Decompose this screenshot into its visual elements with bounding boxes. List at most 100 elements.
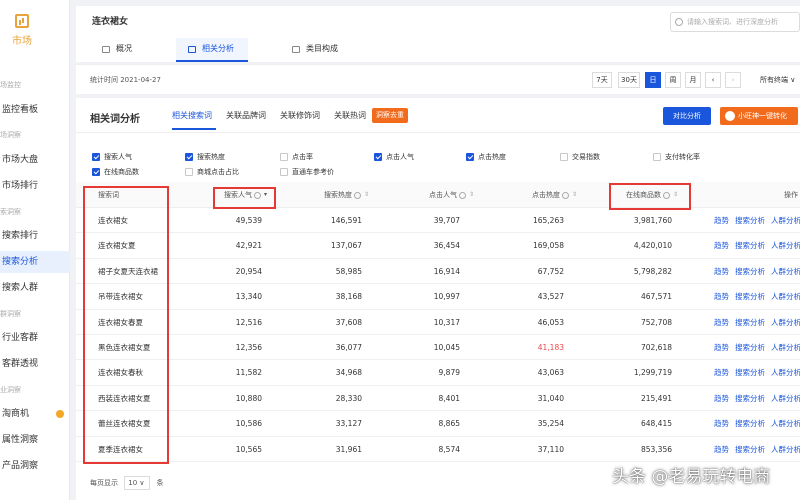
column-click-popularity[interactable]: 点击人气 ⇕ — [429, 182, 474, 208]
sort-icon[interactable]: ⇕ — [469, 182, 474, 208]
sidebar-item-attribute-insight[interactable]: 属性洞察 — [0, 429, 70, 451]
subtab-hot-words[interactable]: 关联热词 — [334, 110, 366, 121]
trend-link[interactable]: 趋势 — [714, 445, 729, 454]
trend-link[interactable]: 趋势 — [714, 419, 729, 428]
sort-icon[interactable]: ⇕ — [572, 182, 577, 208]
dedupe-tag[interactable]: 洞察去重 — [372, 108, 408, 123]
subtab-related-search-words[interactable]: 相关搜索词 — [172, 110, 212, 121]
sidebar-item-market-overview[interactable]: 市场大盘 — [0, 149, 70, 171]
range-7-days-button[interactable]: 7天 — [592, 72, 612, 88]
checkbox-label: 点击人气 — [386, 153, 414, 161]
crowd-analysis-link[interactable]: 人群分析 — [771, 292, 800, 301]
cell-click-heat: 41,183 — [537, 343, 564, 352]
keyword-highlight-box — [83, 186, 169, 464]
search-analysis-link[interactable]: 搜索分析 — [735, 445, 765, 454]
sidebar-item-monitor-board[interactable]: 监控看板 — [0, 99, 70, 121]
sort-icon[interactable]: ⇕ — [364, 182, 369, 208]
crowd-analysis-link[interactable]: 人群分析 — [771, 445, 800, 454]
crowd-analysis-link[interactable]: 人群分析 — [771, 343, 800, 352]
subtab-brand-words[interactable]: 关联品牌词 — [226, 110, 266, 121]
trend-link[interactable]: 趋势 — [714, 216, 729, 225]
notification-dot — [56, 410, 64, 418]
column-search-heat[interactable]: 搜索热度 ⇕ — [324, 182, 369, 208]
cell-click-popularity: 10,997 — [433, 292, 460, 302]
search-analysis-link[interactable]: 搜索分析 — [735, 292, 765, 301]
checkbox-ztc-price[interactable]: 直通车参考价 — [280, 168, 334, 178]
trend-link[interactable]: 趋势 — [714, 394, 729, 403]
compare-analysis-button[interactable]: 对比分析 — [663, 107, 711, 125]
table-row: 裙子女夏天连衣裙 20,954 58,985 16,914 67,752 5,798,28… — [76, 259, 800, 285]
trend-link[interactable]: 趋势 — [714, 318, 729, 327]
column-label: 搜索热度 — [324, 191, 352, 199]
sidebar: 市场 场监控 监控看板 场洞察 市场大盘 市场排行 索洞察 搜索排行 搜索分析 … — [0, 0, 70, 500]
search-analysis-link[interactable]: 搜索分析 — [735, 216, 765, 225]
checkbox-click-rate[interactable]: 点击率 — [280, 153, 313, 163]
crowd-analysis-link[interactable]: 人群分析 — [771, 318, 800, 327]
range-month-button[interactable]: 月 — [685, 72, 701, 88]
subtab-modifier-words[interactable]: 关联修饰词 — [280, 110, 320, 121]
market-logo[interactable]: 市场 — [8, 14, 36, 54]
tab-related-analysis[interactable]: 相关分析 — [176, 38, 248, 62]
checkbox-search-popularity[interactable]: 搜索人气 — [92, 153, 132, 163]
row-operations: 趋势 搜索分析 人群分析 — [714, 259, 800, 284]
checkbox-search-heat[interactable]: 搜索热度 — [185, 153, 225, 163]
terminal-select[interactable]: 所有终端 ∨ — [760, 75, 795, 85]
crowd-analysis-link[interactable]: 人群分析 — [771, 267, 800, 276]
trend-link[interactable]: 趋势 — [714, 267, 729, 276]
sidebar-item-industry-crowd[interactable]: 行业客群 — [0, 327, 70, 349]
checkbox-trade-index[interactable]: 交易指数 — [560, 153, 600, 163]
help-icon[interactable] — [354, 191, 361, 199]
search-analysis-link[interactable]: 搜索分析 — [735, 343, 765, 352]
cell-online-products: 853,356 — [640, 444, 672, 454]
sidebar-item-search-analysis[interactable]: 搜索分析 — [0, 251, 70, 273]
trend-link[interactable]: 趋势 — [714, 343, 729, 352]
tab-category-composition[interactable]: 类目构成 — [280, 38, 352, 62]
sidebar-item-search-crowd[interactable]: 搜索人群 — [0, 277, 70, 299]
trend-link[interactable]: 趋势 — [714, 292, 729, 301]
row-operations: 趋势 搜索分析 人群分析 — [714, 233, 800, 258]
trend-link[interactable]: 趋势 — [714, 368, 729, 377]
checkbox-online-products[interactable]: 在线商品数 — [92, 168, 139, 178]
help-icon[interactable] — [562, 191, 569, 199]
search-analysis-link[interactable]: 搜索分析 — [735, 394, 765, 403]
range-day-button[interactable]: 日 — [645, 72, 661, 88]
checkbox-pay-conversion[interactable]: 支付转化率 — [653, 153, 700, 163]
search-analysis-link[interactable]: 搜索分析 — [735, 267, 765, 276]
column-click-heat[interactable]: 点击热度 ⇕ — [532, 182, 577, 208]
search-input[interactable]: 请输入搜索词、进行深度分析 — [670, 12, 800, 32]
crowd-analysis-link[interactable]: 人群分析 — [771, 241, 800, 250]
folder-icon — [188, 46, 196, 53]
crowd-analysis-link[interactable]: 人群分析 — [771, 368, 800, 377]
related-words-panel: 相关词分析 相关搜索词 关联品牌词 关联修饰词 关联热词 洞察去重 对比分析 小… — [76, 98, 800, 500]
help-icon[interactable] — [459, 191, 466, 199]
search-analysis-link[interactable]: 搜索分析 — [735, 241, 765, 250]
crowd-analysis-link[interactable]: 人群分析 — [771, 394, 800, 403]
trend-link[interactable]: 趋势 — [714, 241, 729, 250]
column-label: 点击人气 — [429, 191, 457, 199]
checkbox-mall-click-share[interactable]: 商城点击占比 — [185, 168, 239, 178]
search-analysis-link[interactable]: 搜索分析 — [735, 318, 765, 327]
watermark: 头条 @老易玩转电商 — [612, 467, 771, 487]
range-week-button[interactable]: 周 — [665, 72, 681, 88]
crowd-analysis-link[interactable]: 人群分析 — [771, 216, 800, 225]
prev-date-button[interactable]: ‹ — [705, 72, 721, 88]
sidebar-item-crowd-perspective[interactable]: 客群透视 — [0, 353, 70, 375]
one-click-convert-button[interactable]: 小旺神一键转化 — [720, 107, 798, 125]
search-analysis-link[interactable]: 搜索分析 — [735, 419, 765, 428]
sidebar-item-market-ranking[interactable]: 市场排行 — [0, 175, 70, 197]
crowd-analysis-link[interactable]: 人群分析 — [771, 419, 800, 428]
tab-overview[interactable]: 概况 — [90, 38, 146, 62]
checkbox-click-heat[interactable]: 点击热度 — [466, 153, 506, 163]
search-placeholder: 请输入搜索词、进行深度分析 — [687, 18, 778, 26]
sidebar-item-product-insight[interactable]: 产品洞察 — [0, 455, 70, 477]
search-analysis-link[interactable]: 搜索分析 — [735, 368, 765, 377]
cell-click-popularity: 16,914 — [433, 266, 460, 276]
checkbox-label: 在线商品数 — [104, 168, 139, 176]
checkbox-click-popularity[interactable]: 点击人气 — [374, 153, 414, 163]
page-size-select[interactable]: 10 ∨ — [124, 476, 151, 490]
tab-label: 类目构成 — [306, 44, 338, 53]
table-row: 黑色连衣裙女夏 12,356 36,077 10,045 41,183 702,618 趋势… — [76, 335, 800, 361]
sidebar-item-search-ranking[interactable]: 搜索排行 — [0, 225, 70, 247]
range-30-days-button[interactable]: 30天 — [618, 72, 640, 88]
next-date-button[interactable]: › — [725, 72, 741, 88]
